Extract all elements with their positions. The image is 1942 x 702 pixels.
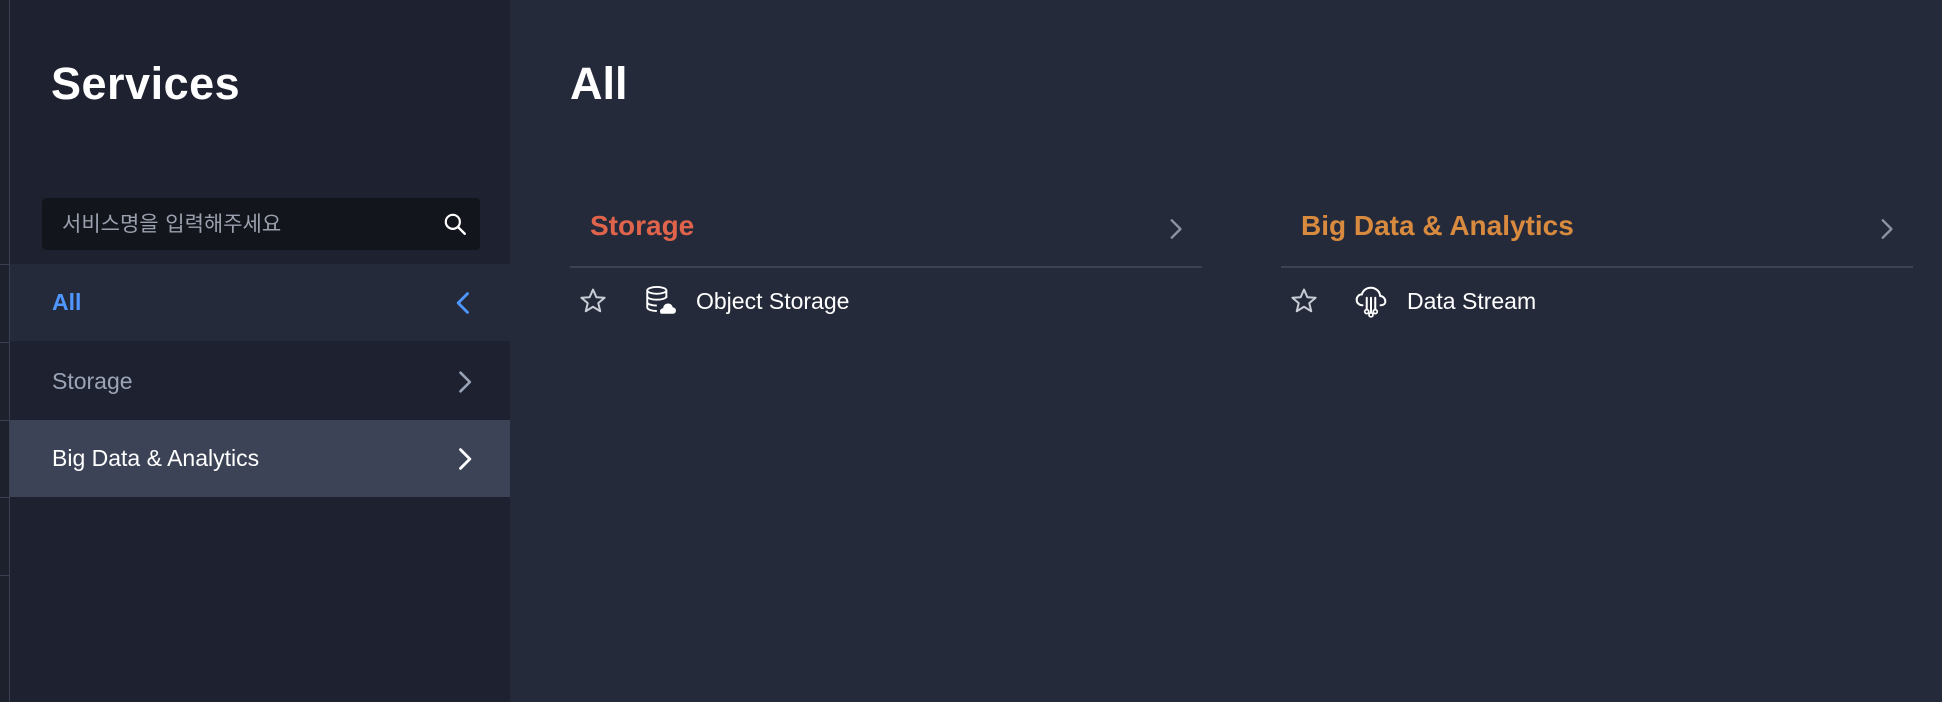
chevron-right-icon[interactable] (1162, 216, 1188, 242)
service-item-object-storage[interactable]: Object Storage (570, 268, 1202, 338)
category-big-data-analytics: Big Data & Analytics Data Stream (1281, 200, 1913, 338)
category-title: Big Data & Analytics (1301, 210, 1574, 241)
chevron-left-icon (456, 292, 469, 314)
rail-divider (0, 420, 10, 421)
category-header[interactable]: Big Data & Analytics (1281, 200, 1913, 268)
page-title: All (570, 58, 628, 109)
category-title: Storage (590, 210, 695, 241)
chevron-right-icon[interactable] (1873, 216, 1899, 242)
category-storage: Storage Object Storage (570, 200, 1202, 338)
rail-divider (0, 497, 10, 498)
services-sidebar: Services All Storage Big Data & Analytic… (10, 0, 510, 702)
star-icon[interactable] (1289, 286, 1319, 316)
database-icon (646, 286, 676, 314)
sidebar-item-label: Storage (52, 368, 133, 394)
star-icon[interactable] (578, 286, 608, 316)
chevron-right-icon (459, 371, 472, 393)
sidebar-item-all[interactable]: All (10, 264, 510, 341)
service-name: Data Stream (1407, 288, 1537, 314)
chevron-right-icon (459, 448, 472, 470)
sidebar-item-label: Big Data & Analytics (52, 445, 260, 471)
left-rail (0, 0, 10, 702)
sidebar-item-label: All (52, 289, 82, 315)
cloud-stream-icon (1355, 286, 1387, 318)
service-item-data-stream[interactable]: Data Stream (1281, 268, 1913, 338)
search-box (42, 198, 480, 250)
search-input[interactable] (42, 198, 422, 250)
sidebar-item-storage[interactable]: Storage (10, 343, 510, 420)
sidebar-item-big-data-analytics[interactable]: Big Data & Analytics (10, 420, 510, 497)
services-app: Services All Storage Big Data & Analytic… (0, 0, 1942, 702)
service-name: Object Storage (696, 288, 850, 314)
rail-divider (0, 342, 10, 343)
rail-divider (0, 264, 10, 265)
rail-divider (0, 575, 10, 576)
sidebar-title: Services (51, 58, 241, 109)
search-icon[interactable] (442, 211, 468, 237)
category-header[interactable]: Storage (570, 200, 1202, 268)
